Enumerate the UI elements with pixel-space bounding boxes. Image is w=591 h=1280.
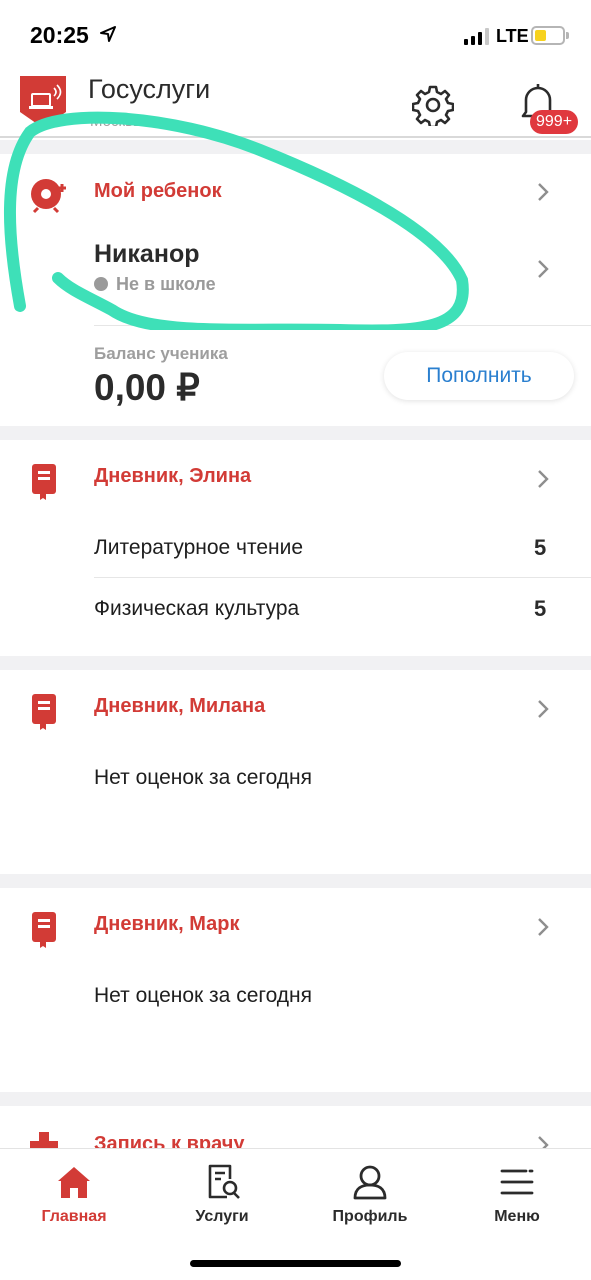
section-gap [0,140,591,154]
settings-gear-icon[interactable] [412,84,454,126]
menu-icon [500,1169,534,1195]
balance-label: Баланс ученика [94,344,228,363]
balance-value: 0,00 ₽ [94,367,200,408]
notification-count-badge[interactable]: 999+ [530,110,579,134]
network-type: LTE [496,26,529,46]
subject-name: Литературное чтение [94,536,304,559]
battery-nub [566,32,569,39]
section-gap [0,874,591,888]
tab-label: Меню [494,1208,540,1225]
cellular-signal-icon [464,28,489,45]
school-status-text: Не в школе [116,274,216,294]
chevron-right-icon[interactable] [536,469,550,489]
my-child-title[interactable]: Мой ребенок [94,180,222,203]
diary-title[interactable]: Дневник, Элина [94,465,251,488]
tab-profile[interactable]: Профиль [296,1149,444,1239]
home-indicator[interactable] [190,1260,401,1267]
app-header: Госуслуги Москвы 999+ [0,70,591,138]
chevron-right-icon[interactable] [536,182,550,202]
tab-services[interactable]: Услуги [148,1149,296,1239]
divider [94,325,591,326]
chevron-right-icon[interactable] [536,259,550,279]
diary-title[interactable]: Дневник, Марк [94,913,240,936]
subject-grade: 5 [534,535,547,560]
diary-book-icon [32,912,56,948]
status-time: 20:25 [30,22,89,48]
no-grades-text: Нет оценок за сегодня [94,766,313,789]
subject-name: Физическая культура [94,597,300,620]
diary-title[interactable]: Дневник, Милана [94,695,265,718]
no-grades-text: Нет оценок за сегодня [94,984,313,1007]
section-gap [0,656,591,670]
profile-icon [353,1165,387,1200]
tab-label: Главная [41,1208,107,1225]
child-name[interactable]: Никанор [94,240,199,269]
home-icon [58,1167,90,1198]
diary-book-icon [32,694,56,730]
chevron-right-icon[interactable] [536,699,550,719]
tab-menu[interactable]: Меню [443,1149,591,1239]
app-subtitle: Москвы [90,113,144,130]
tab-label: Профиль [332,1208,408,1225]
tab-label: Услуги [195,1208,249,1225]
top-up-button[interactable]: Пополнить [384,352,574,400]
chevron-right-icon[interactable] [536,917,550,937]
app-title: Госуслуги [88,74,211,104]
location-arrow-icon [100,26,116,42]
school-status-dot [94,277,108,291]
services-icon [208,1164,240,1199]
section-gap [0,426,591,440]
subject-grade: 5 [534,596,547,621]
divider [94,577,591,578]
status-bar: 20:25 LTE [0,0,591,70]
app-logo-icon [20,76,66,128]
battery-icon [531,26,565,45]
section-gap [0,1092,591,1106]
school-bell-icon [31,179,66,214]
tab-home[interactable]: Главная [0,1149,148,1239]
diary-book-icon [32,464,56,500]
